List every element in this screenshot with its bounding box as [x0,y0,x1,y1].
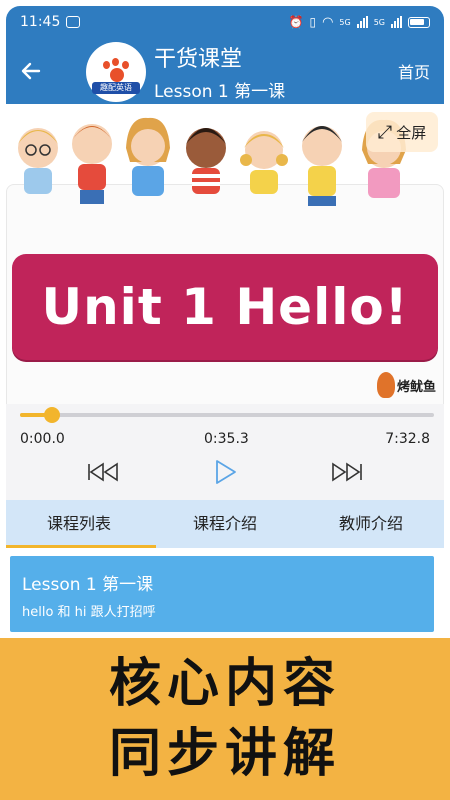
tab-teacher-intro[interactable]: 教师介绍 [298,500,444,548]
lesson-desc: hello 和 hi 跟人打招呼 [22,605,156,620]
previous-button[interactable] [86,458,122,486]
list-item[interactable]: Lesson 1 第一课 hello 和 hi 跟人打招呼 [10,556,434,632]
skip-forward-icon [332,462,362,482]
video-title-text: Unit 1 Hello! [41,278,409,336]
play-button[interactable] [208,458,244,486]
signal-icon [356,16,368,28]
network-label-2: 5G [373,17,385,27]
network-label-1: 5G [339,17,351,27]
status-time: 11:45 [20,14,61,30]
title-block: 干货课堂 Lesson 1 第一课 [154,41,285,102]
wifi-icon: ◠ [322,14,334,30]
video-title-banner: Unit 1 Hello! [12,254,438,360]
status-bar: 11:45 ⏰ ▯ ◠ 5G 5G [6,6,444,38]
fish-icon [376,372,395,398]
next-button[interactable] [328,458,364,486]
tab-course-intro[interactable]: 课程介绍 [152,500,298,548]
page-title: 干货课堂 [154,46,243,72]
player-controls: 0:00.0 0:35.3 7:32.8 [6,404,444,500]
app-bar: 趣配英语 干货课堂 Lesson 1 第一课 首页 [6,38,444,104]
fullscreen-label: 全屏 [396,123,427,142]
current-time: 0:00.0 [20,431,65,447]
promo-banner: 核心内容 同步讲解 [0,638,450,800]
logo-text: 趣配英语 [92,82,140,94]
app-logo: 趣配英语 [86,42,146,102]
skip-back-icon [88,462,118,482]
signal-icon-2 [391,16,402,28]
progress-track[interactable] [20,407,434,423]
app-screen: 11:45 ⏰ ▯ ◠ 5G 5G 趣配英语 干货课堂 Lesson 1 第一课… [0,0,450,800]
page-subtitle: Lesson 1 第一课 [154,81,286,102]
tab-course-list[interactable]: 课程列表 [6,500,156,548]
watermark: 烤鱿鱼 [376,372,436,398]
watermark-text: 烤鱿鱼 [396,379,436,395]
promo-line-2: 同步讲解 [108,724,341,784]
lesson-list: Lesson 1 第一课 hello 和 hi 跟人打招呼 [6,548,444,638]
lesson-title: Lesson 1 第一课 [22,575,154,595]
middle-time: 0:35.3 [204,431,249,447]
battery-icon [408,16,430,28]
vibrate-icon: ▯ [309,15,317,29]
back-button[interactable] [6,38,56,104]
control-buttons [6,454,444,490]
progress-thumb[interactable] [44,407,61,423]
expand-icon: ⤢ [377,121,393,143]
arrow-left-icon [21,62,41,80]
video-player[interactable]: ⤢ 全屏 Unit 1 Hello! 烤鱿鱼 [6,104,444,404]
play-icon [216,460,236,484]
notification-icon [66,16,81,28]
fullscreen-button[interactable]: ⤢ 全屏 [366,112,438,152]
home-link[interactable]: 首页 [398,59,430,83]
total-time: 7:32.8 [385,431,430,447]
tab-bar: 课程列表 课程介绍 教师介绍 [6,500,444,548]
alarm-icon: ⏰ [288,15,304,29]
promo-line-1: 核心内容 [108,654,341,714]
